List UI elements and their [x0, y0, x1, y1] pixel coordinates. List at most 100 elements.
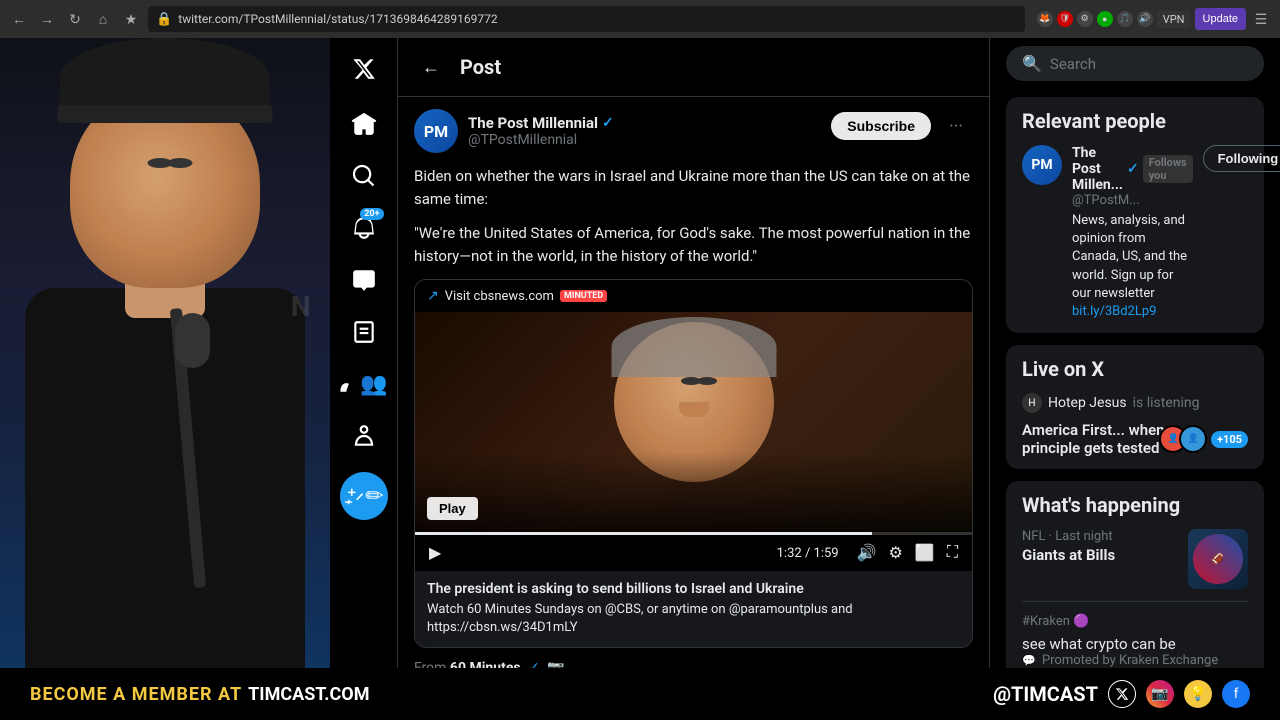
vpn-badge[interactable]: VPN — [1157, 11, 1191, 28]
sidebar-item-communities[interactable]: 👥 — [340, 360, 388, 408]
facebook-icon[interactable]: f — [1222, 680, 1250, 708]
streamer-panel: N — [0, 38, 330, 668]
subscribe-button[interactable]: Subscribe — [831, 112, 931, 140]
kraken-promo: 💬 Promoted by Kraken Exchange — [1022, 653, 1248, 668]
nfl-title: Giants at Bills — [1022, 546, 1115, 564]
ext-icon-3[interactable]: ⚙ — [1077, 11, 1093, 27]
forward-btn[interactable]: → — [36, 8, 58, 30]
search-icon: 🔍 — [1022, 54, 1042, 73]
happening-item-kraken[interactable]: #Kraken 🟣 see what crypto can be 💬 Promo… — [1022, 601, 1248, 668]
timcast-handle: @TIMCAST — [993, 682, 1098, 706]
live-avatars: 👤 👤 +105 — [1167, 425, 1248, 453]
back-btn[interactable]: ← — [8, 8, 30, 30]
post-text-line2: "We're the United States of America, for… — [414, 222, 973, 267]
sidebar-item-lists[interactable] — [340, 308, 388, 356]
live-on-x-section: Live on X H Hotep Jesus is listening Ame… — [1006, 345, 1264, 469]
video-desc-title: The president is asking to send billions… — [427, 581, 960, 597]
video-thumbnail[interactable]: Play — [415, 312, 972, 532]
right-sidebar: 🔍 Search Relevant people PM The Post Mil… — [990, 38, 1280, 668]
ext-icon-1[interactable]: 🦊 — [1037, 11, 1053, 27]
verified-icon: ✓ — [602, 115, 614, 131]
ext-icon-4[interactable]: ● — [1097, 11, 1113, 27]
author-actions: Subscribe ··· — [831, 109, 973, 143]
author-handle: @TPostMillennial — [468, 132, 614, 148]
browser-chrome: ← → ↻ ⌂ ★ 🔒 twitter.com/TPostMillennial/… — [0, 0, 1280, 38]
promo-icon: 💬 — [1022, 654, 1036, 667]
post-header: ← Post — [398, 38, 989, 97]
compose-button[interactable]: ✏ — [340, 472, 388, 520]
post-text-line1: Biden on whether the wars in Israel and … — [414, 165, 973, 210]
rel-bio-link[interactable]: bit.ly/3Bd2Lp9 — [1072, 304, 1156, 319]
post-area: ← Post PM The Post Millennial ✓ @TPostMi… — [398, 38, 990, 668]
sidebar-item-profile[interactable] — [340, 412, 388, 460]
streamer-video-bg: N — [0, 38, 330, 668]
avatar: PM — [414, 109, 458, 153]
video-progress-bar[interactable] — [415, 532, 972, 535]
live-on-x-title: Live on X — [1022, 357, 1248, 381]
sidebar-item-notifications[interactable]: 20+ — [340, 204, 388, 252]
vpn-label: VPN — [1163, 13, 1185, 26]
post-source-line: From 60 Minutes ✓ 📷 — [414, 660, 973, 668]
sidebar-item-messages[interactable] — [340, 256, 388, 304]
author-name: The Post Millennial ✓ — [468, 114, 614, 132]
sidebar-item-search[interactable] — [340, 152, 388, 200]
sidebar-item-home[interactable] — [340, 100, 388, 148]
main-content: N 20+ 👥 — [0, 38, 1280, 668]
post-content: PM The Post Millennial ✓ @TPostMillennia… — [398, 97, 989, 668]
post-author-row: PM The Post Millennial ✓ @TPostMillennia… — [414, 109, 973, 153]
kraken-category: #Kraken 🟣 — [1022, 614, 1089, 629]
relevant-people-title: Relevant people — [1022, 109, 1248, 133]
ext-icon-5[interactable]: 🎵 — [1117, 11, 1133, 27]
more-options-btn[interactable]: ··· — [939, 109, 973, 143]
x-social-icon[interactable] — [1108, 680, 1136, 708]
ext-icon-2[interactable]: 🛡 — [1057, 11, 1073, 27]
x-sidebar: 20+ 👥 ✏ — [330, 38, 398, 668]
rel-bio: News, analysis, and opinion from Canada,… — [1072, 212, 1193, 321]
live-status: is listening — [1133, 395, 1200, 411]
browser-actions: 🦊 🛡 ⚙ ● 🎵 🔊 VPN Update ☰ — [1037, 8, 1272, 30]
volume-btn[interactable]: 🔊 — [855, 541, 879, 565]
following-button[interactable]: Following — [1203, 145, 1280, 172]
minuted-badge: MINUTED — [560, 290, 607, 302]
address-bar[interactable]: 🔒 twitter.com/TPostMillennial/status/171… — [148, 6, 1025, 32]
rel-avatar: PM — [1022, 145, 1062, 185]
page-title: Post — [460, 55, 501, 79]
rel-handle: @TPostM... — [1072, 193, 1193, 208]
video-embed: ↗ Visit cbsnews.com MINUTED Play — [414, 279, 973, 648]
live-show[interactable]: America First... when principle gets tes… — [1022, 421, 1248, 457]
settings-btn[interactable]: ⚙ — [887, 541, 905, 565]
ext-icon-6[interactable]: 🔊 — [1137, 11, 1153, 27]
rel-verified-icon: ✓ — [1127, 161, 1139, 177]
notification-count: 20+ — [360, 208, 383, 220]
update-button[interactable]: Update — [1195, 8, 1246, 30]
video-progress-fill — [415, 532, 872, 535]
whats-happening-title: What's happening — [1022, 493, 1248, 517]
video-desc-text: Watch 60 Minutes Sundays on @CBS, or any… — [427, 601, 960, 637]
timcast-url: TIMCAST.COM — [248, 684, 369, 705]
home-nav-btn[interactable]: ⌂ — [92, 8, 114, 30]
refresh-btn[interactable]: ↻ — [64, 8, 86, 30]
menu-btn[interactable]: ☰ — [1250, 8, 1272, 30]
video-header: ↗ Visit cbsnews.com MINUTED — [415, 280, 972, 312]
x-logo[interactable] — [345, 50, 383, 88]
happening-item-nfl[interactable]: NFL · Last night Giants at Bills 🏈 — [1022, 529, 1248, 589]
live-count: +105 — [1211, 431, 1248, 448]
caption-btn[interactable]: ⬜ — [913, 541, 937, 565]
back-button[interactable]: ← — [414, 50, 448, 84]
instagram-icon[interactable]: 📷 — [1146, 680, 1174, 708]
live-listener-name: Hotep Jesus — [1048, 395, 1127, 411]
bottom-bar: BECOME A MEMBER AT TIMCAST.COM @TIMCAST … — [0, 668, 1280, 720]
search-placeholder: Search — [1050, 55, 1248, 73]
play-button[interactable]: Play — [427, 497, 478, 520]
bookmark-btn[interactable]: ★ — [120, 8, 142, 30]
nfl-thumbnail: 🏈 — [1188, 529, 1248, 589]
rumble-icon[interactable]: 💡 — [1184, 680, 1212, 708]
rel-info: The Post Millen... ✓ Follows you @TPostM… — [1072, 145, 1193, 321]
video-source: Visit cbsnews.com — [445, 289, 554, 304]
source-name[interactable]: 60 Minutes — [450, 660, 521, 668]
kraken-title: see what crypto can be — [1022, 635, 1248, 653]
fullscreen-btn[interactable]: ⛶ — [945, 542, 960, 564]
relevant-people-section: Relevant people PM The Post Millen... ✓ … — [1006, 97, 1264, 333]
play-pause-btn[interactable]: ▶ — [427, 541, 443, 565]
search-bar[interactable]: 🔍 Search — [1006, 46, 1264, 81]
